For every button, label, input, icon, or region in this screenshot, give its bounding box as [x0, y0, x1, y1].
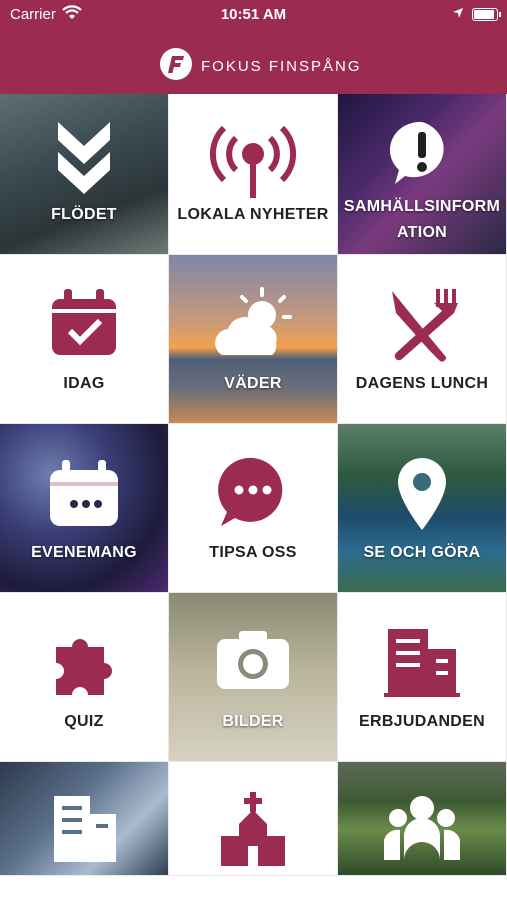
- sun-cloud-icon: [169, 285, 337, 370]
- tile-samhallsinformation[interactable]: SAMHÄLLSINFORM ATION: [338, 94, 507, 255]
- tile-vader[interactable]: VÄDER: [169, 255, 338, 424]
- tile-label-line2: ATION: [396, 224, 448, 241]
- tile-se-och-gora[interactable]: SE OCH GÖRA: [338, 424, 507, 593]
- location-arrow-icon: [452, 6, 464, 23]
- tile-label: IDAG: [63, 375, 105, 392]
- fokus-logo-icon: [160, 48, 192, 80]
- tile-dagens-lunch[interactable]: DAGENS LUNCH: [338, 255, 507, 424]
- tile-label: BILDER: [222, 713, 284, 730]
- calendar-check-icon: [0, 287, 168, 364]
- tile-row5-3[interactable]: [338, 762, 507, 876]
- status-bar: Carrier 10:51 AM: [0, 0, 507, 32]
- double-chevron-down-icon: [0, 118, 168, 203]
- radio-antenna-icon: [169, 118, 337, 203]
- exclamation-bubble-icon: [338, 118, 506, 193]
- tile-idag[interactable]: IDAG: [0, 255, 169, 424]
- menu-grid: FLÖDET LOKALA NYHETER SAMHÄLLSINFORM ATI…: [0, 94, 507, 876]
- calendar-dots-icon: [0, 458, 168, 535]
- puzzle-icon: [0, 627, 168, 704]
- tile-label: LOKALA NYHETER: [177, 206, 329, 223]
- tile-label: TIPSA OSS: [209, 544, 297, 561]
- clock: 10:51 AM: [220, 6, 287, 23]
- tile-label: SAMHÄLLSINFORM ATION: [338, 194, 506, 246]
- fork-knife-icon: [338, 285, 506, 370]
- tile-erbjudanden[interactable]: ERBJUDANDEN: [338, 593, 507, 762]
- tile-row5-1[interactable]: [0, 762, 169, 876]
- tile-evenemang[interactable]: EVENEMANG: [0, 424, 169, 593]
- tile-flodet[interactable]: FLÖDET: [0, 94, 169, 255]
- battery-icon: [472, 8, 501, 21]
- brand-title: FOKUS FINSPÅNG: [201, 58, 362, 75]
- tile-label: ERBJUDANDEN: [359, 713, 485, 730]
- group-icon: [338, 792, 506, 867]
- tile-bilder[interactable]: BILDER: [169, 593, 338, 762]
- church-icon: [169, 790, 337, 875]
- app-header: FOKUS FINSPÅNG: [0, 32, 507, 94]
- tile-label: QUIZ: [64, 713, 104, 730]
- tile-label: EVENEMANG: [31, 544, 137, 561]
- tile-row5-2[interactable]: [169, 762, 338, 876]
- tile-label: SE OCH GÖRA: [363, 544, 481, 561]
- chat-bubble-icon: [169, 454, 337, 535]
- tile-label: FLÖDET: [51, 206, 117, 223]
- tile-label: DAGENS LUNCH: [355, 375, 489, 392]
- tile-lokala-nyheter[interactable]: LOKALA NYHETER: [169, 94, 338, 255]
- tile-quiz[interactable]: QUIZ: [0, 593, 169, 762]
- office-building-icon: [0, 790, 168, 871]
- tile-label-line1: SAMHÄLLSINFORM: [343, 198, 501, 215]
- camera-icon: [169, 623, 337, 698]
- map-pin-icon: [338, 454, 506, 539]
- buildings-icon: [338, 623, 506, 704]
- bottom-spacer: [0, 876, 507, 900]
- tile-tipsa-oss[interactable]: TIPSA OSS: [169, 424, 338, 593]
- tile-label: VÄDER: [224, 375, 282, 392]
